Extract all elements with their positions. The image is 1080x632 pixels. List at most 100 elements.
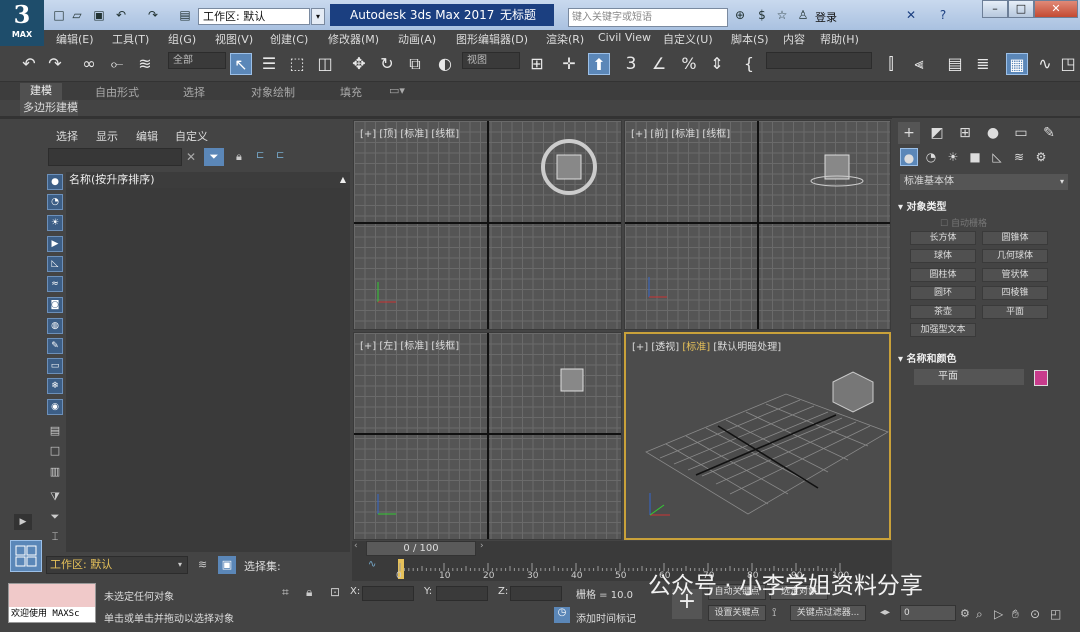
column-header-name[interactable]: 名称(按升序排序) ▲ bbox=[66, 172, 350, 188]
viewcube-front[interactable] bbox=[807, 151, 867, 191]
manipulate-icon[interactable]: ✛ bbox=[558, 53, 580, 75]
save-file-icon[interactable]: ▣ bbox=[92, 8, 106, 22]
menu-scripting[interactable]: 脚本(S) bbox=[731, 31, 769, 47]
filter-xrefs-icon[interactable]: ◍ bbox=[47, 318, 63, 334]
key-filters-button[interactable]: 关键点过滤器... bbox=[790, 605, 866, 621]
filter-bones-icon[interactable]: ✎ bbox=[47, 338, 63, 354]
open-file-icon[interactable]: ▱ bbox=[70, 8, 84, 22]
filter-helpers-icon[interactable]: ◺ bbox=[47, 256, 63, 272]
layers-icon[interactable]: ≋ bbox=[198, 558, 207, 571]
curve-editor-icon[interactable]: ∿ bbox=[1034, 53, 1056, 75]
next-frame-icon[interactable]: › bbox=[480, 541, 484, 551]
move-icon[interactable]: ✥ bbox=[348, 53, 370, 75]
ribbon-options-icon[interactable]: ▭▾ bbox=[389, 84, 405, 97]
time-config-icon[interactable]: ⚙ bbox=[960, 607, 970, 620]
selection-filter-select[interactable]: 全部 bbox=[168, 52, 226, 69]
maxscript-listener[interactable]: 欢迎使用 MAXSc bbox=[8, 583, 96, 623]
menu-modifiers[interactable]: 修改器(M) bbox=[328, 31, 379, 47]
edit-named-selection-icon[interactable]: { bbox=[738, 53, 760, 75]
absolute-mode-icon[interactable]: ⊡ bbox=[330, 585, 340, 599]
x-coordinate-field[interactable] bbox=[362, 586, 414, 601]
favorites-star-icon[interactable]: ☆ bbox=[775, 8, 789, 22]
filter-hidden-icon[interactable]: ◉ bbox=[47, 399, 63, 415]
binoculars-icon[interactable]: ⊕ bbox=[733, 8, 747, 22]
tube-button[interactable]: 管状体 bbox=[982, 268, 1048, 282]
filter-funnel-icon[interactable]: ⏷ bbox=[47, 510, 63, 526]
sphere-button[interactable]: 球体 bbox=[910, 249, 976, 263]
object-type-rollout[interactable]: ▾ 对象类型 bbox=[898, 198, 947, 213]
display-all-icon[interactable]: ▤ bbox=[47, 424, 63, 440]
display-tab-icon[interactable]: ▭ bbox=[1010, 122, 1032, 144]
menu-content[interactable]: 内容 bbox=[783, 31, 805, 47]
scale-icon[interactable]: ⧉ bbox=[404, 53, 426, 75]
tab-populate[interactable]: 填充 bbox=[340, 84, 362, 100]
time-slider[interactable]: ‹ 0 / 100 › bbox=[352, 541, 892, 557]
object-color-swatch[interactable] bbox=[1034, 370, 1048, 386]
box-button[interactable]: 长方体 bbox=[910, 231, 976, 245]
tab-selection[interactable]: 选择 bbox=[183, 84, 205, 100]
unlink-icon[interactable]: ⟜ bbox=[106, 53, 128, 75]
window-crossing-icon[interactable]: ◫ bbox=[314, 53, 336, 75]
filter-lights-icon[interactable]: ☀ bbox=[47, 215, 63, 231]
cameras-icon[interactable]: ■ bbox=[966, 148, 984, 166]
create-tab-icon[interactable]: + bbox=[898, 122, 920, 144]
menu-animation[interactable]: 动画(A) bbox=[398, 31, 436, 47]
menu-tools[interactable]: 工具(T) bbox=[112, 31, 149, 47]
isolate-selection-icon[interactable]: ⌗ bbox=[282, 585, 289, 600]
motion-tab-icon[interactable]: ● bbox=[982, 122, 1004, 144]
text-plus-button[interactable]: 加强型文本 bbox=[910, 323, 976, 337]
modify-tab-icon[interactable]: ◩ bbox=[926, 122, 948, 144]
menu-group[interactable]: 组(G) bbox=[168, 31, 196, 47]
viewport-front-label[interactable]: [+] [前] [标准] [线框] bbox=[631, 125, 730, 140]
undo-icon[interactable]: ↶ bbox=[114, 8, 128, 22]
orbit-icon[interactable]: ▷ bbox=[994, 607, 1003, 621]
category-select[interactable]: 标准基本体 ▾ bbox=[900, 174, 1068, 190]
workspace-dropdown-icon[interactable]: ▾ bbox=[178, 560, 182, 569]
filter-containers-icon[interactable]: ▭ bbox=[47, 358, 63, 374]
mirror-icon[interactable]: ⫿ bbox=[880, 53, 902, 75]
angle-snap-icon[interactable]: ∠ bbox=[648, 53, 670, 75]
expand-arrow-icon[interactable]: ▶ bbox=[14, 514, 32, 530]
layer-explorer-icon[interactable]: ≣ bbox=[972, 53, 994, 75]
sync-selection-icon[interactable]: ⧩ bbox=[47, 490, 63, 506]
viewport-top[interactable]: [+] [顶] [标准] [线框] bbox=[353, 120, 622, 330]
redo-icon[interactable]: ↷ bbox=[146, 8, 160, 22]
snaps-toggle-icon[interactable]: 3 bbox=[620, 53, 642, 75]
rotate-icon[interactable]: ↻ bbox=[376, 53, 398, 75]
named-selection-select[interactable] bbox=[766, 52, 872, 69]
tab-modeling[interactable]: 建模 bbox=[20, 83, 62, 100]
search-input[interactable]: 键入关键字或短语 bbox=[568, 8, 728, 27]
hierarchy-expand-icon[interactable]: ⊏ bbox=[276, 150, 284, 161]
align-icon[interactable]: ⫷ bbox=[908, 53, 930, 75]
helpers-icon[interactable]: ◺ bbox=[988, 148, 1006, 166]
lock-icon[interactable]: 🔒︎ bbox=[236, 150, 242, 164]
project-folder-icon[interactable]: ▤ bbox=[178, 8, 192, 22]
menu-civil-view[interactable]: Civil View bbox=[598, 31, 651, 44]
shapes-icon[interactable]: ◔ bbox=[922, 148, 940, 166]
key-filter-icon[interactable]: ⟟ bbox=[772, 605, 776, 620]
z-coordinate-field[interactable] bbox=[510, 586, 562, 601]
plane-button[interactable]: 平面 bbox=[982, 305, 1048, 319]
zoom-icon[interactable]: ⌕ bbox=[976, 607, 983, 622]
keyboard-shortcut-override-icon[interactable]: ⬆ bbox=[588, 53, 610, 75]
clear-search-icon[interactable]: ✕ bbox=[186, 150, 196, 164]
goto-start-icon[interactable]: ◂▸ bbox=[880, 607, 890, 618]
filter-groups-icon[interactable]: ◙ bbox=[47, 297, 63, 313]
rectangular-selection-icon[interactable]: ⬚ bbox=[286, 53, 308, 75]
app-logo-button[interactable]: 3 MAX bbox=[0, 0, 44, 46]
explorer-menu-display[interactable]: 显示 bbox=[96, 128, 118, 144]
cone-button[interactable]: 圆锥体 bbox=[982, 231, 1048, 245]
select-by-name-icon[interactable]: ☰ bbox=[258, 53, 280, 75]
lights-icon[interactable]: ☀ bbox=[944, 148, 962, 166]
filter-shapes-icon[interactable]: ◔ bbox=[47, 194, 63, 210]
space-warps-icon[interactable]: ≋ bbox=[1010, 148, 1028, 166]
explorer-menu-select[interactable]: 选择 bbox=[56, 128, 78, 144]
ribbon-toggle-icon[interactable]: ▦ bbox=[1006, 53, 1028, 75]
select-object-icon[interactable]: ↖ bbox=[230, 53, 252, 75]
menu-graph-editors[interactable]: 图形编辑器(D) bbox=[456, 31, 528, 47]
tab-freeform[interactable]: 自由形式 bbox=[95, 84, 139, 100]
add-time-tag[interactable]: 添加时间标记 bbox=[576, 610, 636, 625]
maxscript-input[interactable]: 欢迎使用 MAXSc bbox=[9, 607, 95, 622]
viewport-left[interactable]: [+] [左] [标准] [线框] bbox=[353, 332, 622, 540]
menu-customize[interactable]: 自定义(U) bbox=[663, 31, 713, 47]
